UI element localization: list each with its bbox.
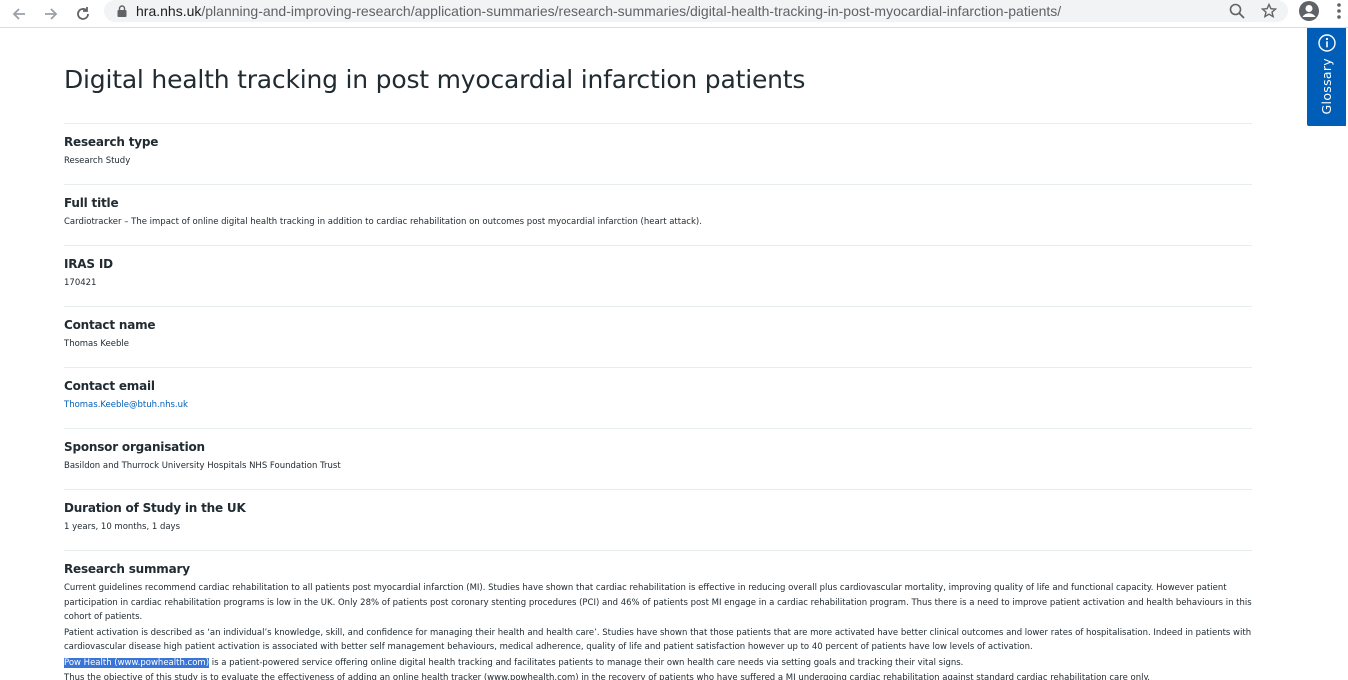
field-value: Basildon and Thurrock University Hospita… [64,461,341,471]
menu-icon[interactable] [1332,0,1346,22]
field-full-title: Full title Cardiotracker – The impact of… [64,185,1252,246]
field-label: IRAS ID [64,257,113,271]
glossary-label: Glossary [1319,58,1334,115]
info-icon [1317,34,1336,52]
main-content: Digital health tracking in post myocardi… [64,28,1252,680]
back-arrow-icon[interactable] [8,3,30,25]
field-label: Research type [64,135,159,149]
summary-paragraph: Pow Health (www.powhealth.com) is a pati… [64,656,1252,671]
field-iras-id: IRAS ID 170421 [64,246,1252,307]
selected-text: Pow Health (www.powhealth.com) [64,657,210,668]
field-label: Research summary [64,562,190,576]
field-value: 170421 [64,278,97,288]
contact-email-link[interactable]: Thomas.Keeble@btuh.nhs.uk [64,399,1252,411]
field-sponsor-organisation: Sponsor organisation Basildon and Thurro… [64,429,1252,490]
summary-text: is a patient-powered service offering on… [209,657,964,668]
field-contact-name: Contact name Thomas Keeble [64,307,1252,368]
url-text[interactable]: hra.nhs.uk/planning-and-improving-resear… [136,3,1061,19]
field-contact-email: Contact email Thomas.Keeble@btuh.nhs.uk [64,368,1252,429]
field-value: Research Study [64,156,131,166]
star-icon[interactable] [1260,2,1278,20]
field-value: Thomas Keeble [64,339,129,349]
research-summary: Research summary Current guidelines reco… [64,551,1252,680]
address-bar[interactable]: hra.nhs.uk/planning-and-improving-resear… [104,0,1288,22]
zoom-icon[interactable] [1228,2,1246,20]
field-label: Contact email [64,379,155,393]
forward-arrow-icon[interactable] [40,3,62,25]
field-value: 1 years, 10 months, 1 days [64,522,181,532]
reload-icon[interactable] [72,3,94,25]
field-label: Full title [64,196,119,210]
field-label: Sponsor organisation [64,440,205,454]
field-research-type: Research type Research Study [64,124,1252,185]
field-value: Cardiotracker – The impact of online dig… [64,217,702,227]
field-duration: Duration of Study in the UK 1 years, 10 … [64,490,1252,551]
summary-paragraph: Patient activation is described as ‘an i… [64,627,1252,653]
page-title: Digital health tracking in post myocardi… [64,65,806,94]
summary-paragraph: Current guidelines recommend cardiac reh… [64,583,1252,622]
profile-icon[interactable] [1298,0,1320,22]
browser-toolbar: hra.nhs.uk/planning-and-improving-resear… [0,0,1348,28]
summary-paragraph: Thus the objective of this study is to e… [64,673,1150,680]
field-label: Contact name [64,318,156,332]
glossary-tab[interactable]: Glossary [1307,28,1346,126]
field-label: Duration of Study in the UK [64,501,246,515]
lock-icon[interactable] [116,4,128,18]
